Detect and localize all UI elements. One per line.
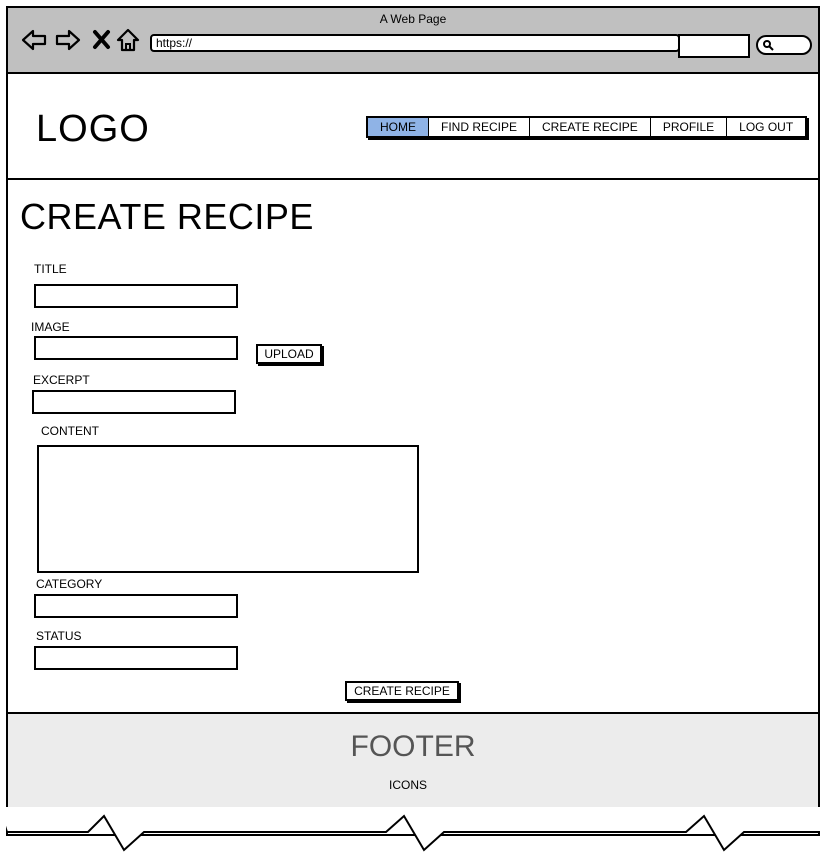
url-go-button[interactable] [678,34,750,58]
category-input[interactable] [34,594,238,618]
excerpt-input[interactable] [32,390,236,414]
status-label: STATUS [36,629,82,643]
home-icon[interactable] [114,26,142,54]
main-nav: HOME FIND RECIPE CREATE RECIPE PROFILE L… [366,116,808,138]
nav-create-recipe[interactable]: CREATE RECIPE [530,118,651,136]
create-recipe-button[interactable]: CREATE RECIPE [345,681,459,701]
nav-log-out[interactable]: LOG OUT [727,118,806,136]
image-label: IMAGE [31,320,70,334]
upload-button[interactable]: UPLOAD [256,344,322,364]
content-textarea[interactable] [37,445,419,573]
title-label: TITLE [34,262,67,276]
browser-chrome: A Web Page https:// [8,8,818,74]
url-input[interactable]: https:// [150,34,680,52]
back-icon[interactable] [20,26,48,54]
site-header: LOGO HOME FIND RECIPE CREATE RECIPE PROF… [8,74,818,180]
forward-icon[interactable] [54,26,82,54]
close-icon[interactable] [88,26,116,54]
browser-search-field[interactable] [756,35,812,55]
page-title: CREATE RECIPE [20,196,314,237]
excerpt-label: EXCERPT [33,373,90,387]
nav-find-recipe[interactable]: FIND RECIPE [429,118,531,136]
window-title: A Web Page [379,12,447,26]
nav-profile[interactable]: PROFILE [650,118,728,136]
search-icon [763,40,774,51]
site-footer: FOOTER ICONS [8,714,818,814]
content-label: CONTENT [41,424,99,438]
category-label: CATEGORY [36,577,103,591]
torn-edge-decoration [0,807,822,852]
create-recipe-form: CREATE RECIPE TITLE IMAGE UPLOAD EXCERPT… [8,180,818,714]
browser-window: A Web Page https:// LOGO HOME FIND RECIP… [6,6,820,836]
footer-icons: ICONS [388,778,427,792]
status-input[interactable] [34,646,238,670]
image-input[interactable] [34,336,238,360]
footer-title: FOOTER [350,730,476,763]
nav-home[interactable]: HOME [368,118,429,136]
logo: LOGO [36,108,150,150]
title-input[interactable] [34,284,238,308]
